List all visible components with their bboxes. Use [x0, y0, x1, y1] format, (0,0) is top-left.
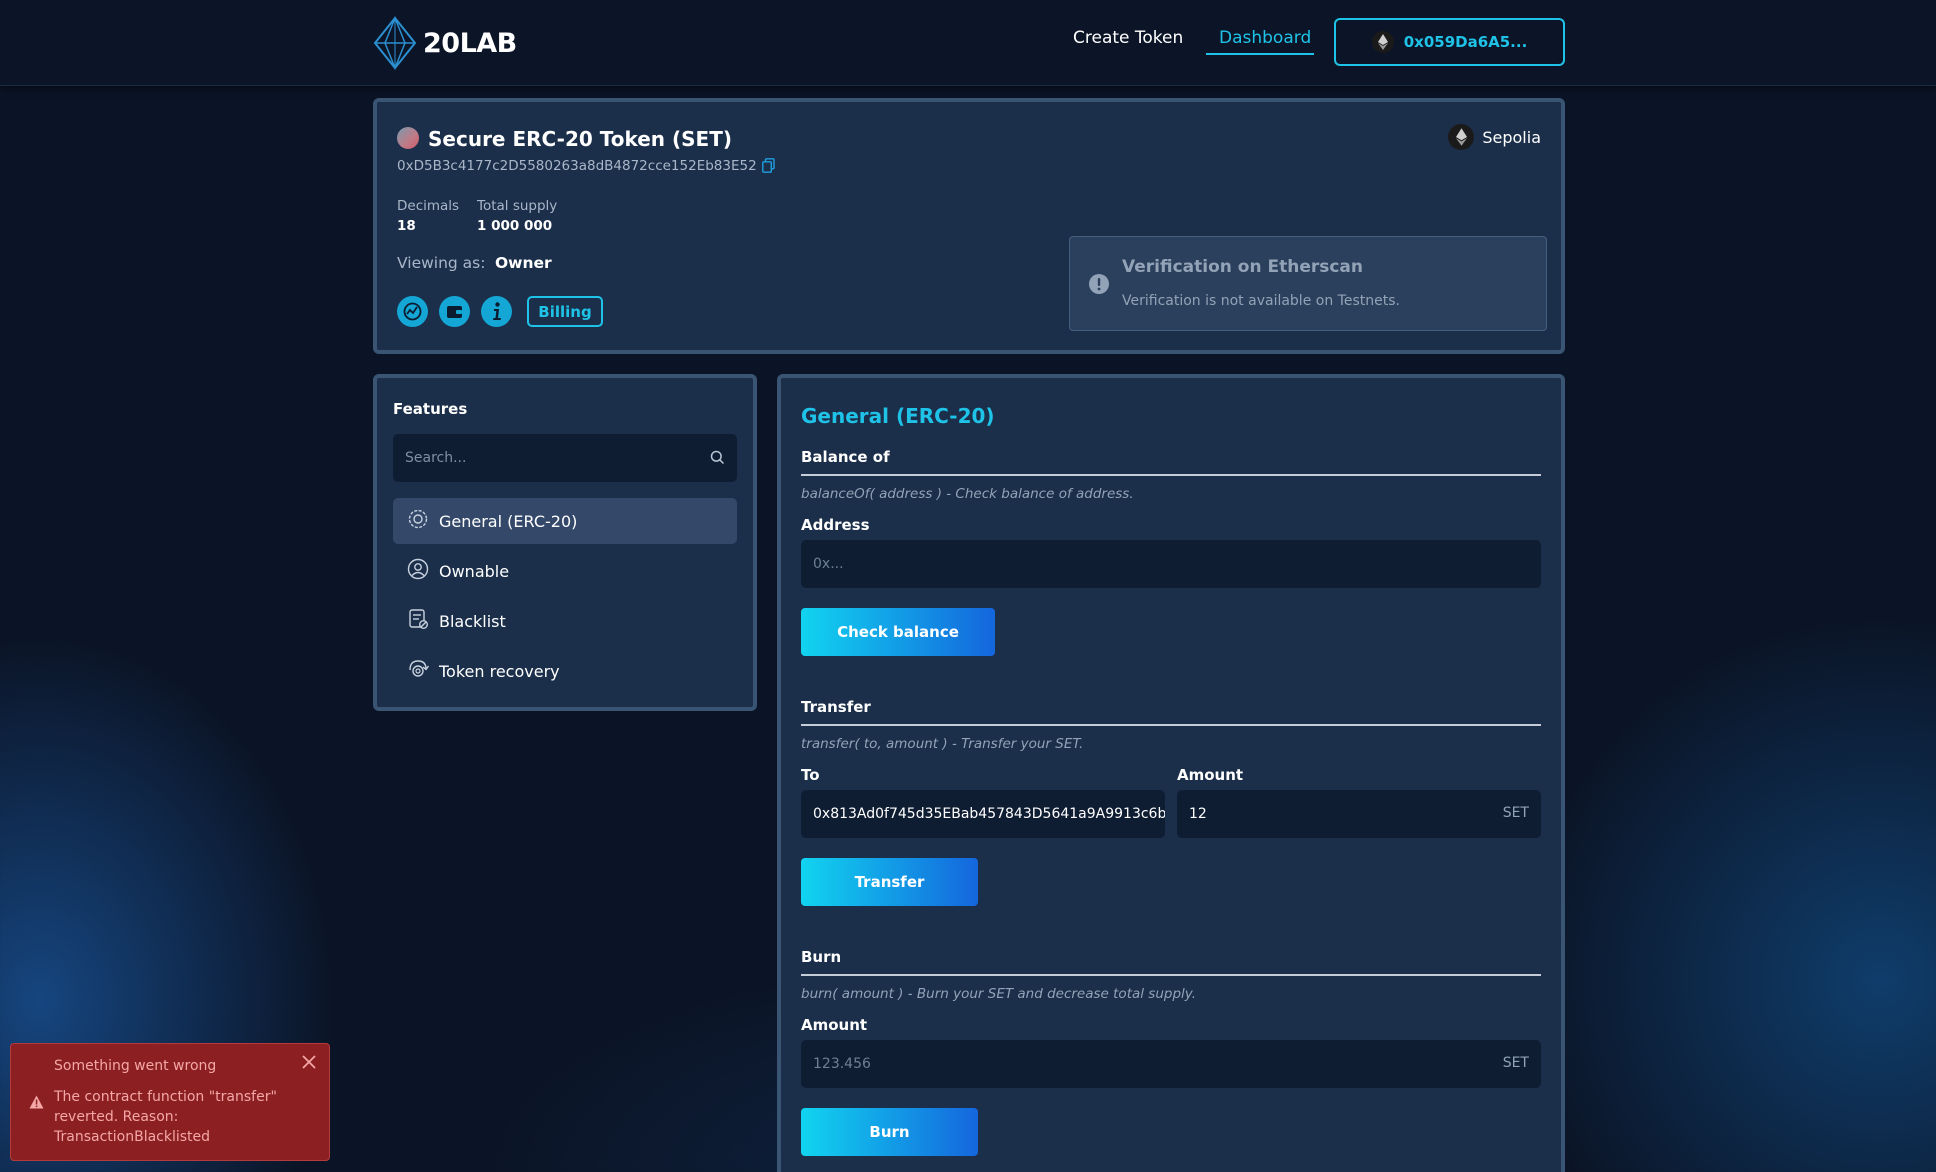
- nav-active-underline: [1206, 53, 1314, 55]
- close-icon[interactable]: [301, 1054, 317, 1074]
- address-field: [801, 540, 1541, 588]
- burn-section-desc: burn( amount ) - Burn your SET and decre…: [801, 986, 1197, 1002]
- wallet-icon[interactable]: [439, 296, 470, 327]
- burn-amount-input[interactable]: [801, 1040, 1481, 1088]
- toast-title: Something went wrong: [54, 1058, 217, 1074]
- error-toast: Something went wrong The contract functi…: [10, 1043, 330, 1161]
- top-navbar: 20LAB Create Token Dashboard 0x059Da6A5.…: [0, 0, 1936, 86]
- search-icon[interactable]: [710, 450, 725, 469]
- balance-section-title: Balance of: [801, 448, 890, 466]
- transfer-section-desc: transfer( to, amount ) - Transfer your S…: [801, 736, 1084, 752]
- toast-message: The contract function "transfer" reverte…: [54, 1089, 277, 1145]
- check-balance-button[interactable]: Check balance: [801, 608, 995, 656]
- logo[interactable]: 20LAB: [373, 16, 517, 70]
- section-divider: [801, 974, 1541, 976]
- transfer-amount-field: SET: [1177, 790, 1541, 838]
- logo-diamond-icon: [373, 16, 417, 70]
- network-name: Sepolia: [1482, 127, 1541, 147]
- to-label: To: [801, 766, 820, 784]
- decimals-label: Decimals: [397, 198, 460, 214]
- feature-item-label: General (ERC-20): [439, 511, 578, 531]
- panel-title: General (ERC-20): [801, 404, 995, 428]
- balance-section-desc: balanceOf( address ) - Check balance of …: [801, 486, 1134, 502]
- unit-label: SET: [1502, 805, 1529, 821]
- decimals-value: 18: [397, 218, 416, 234]
- section-divider: [801, 724, 1541, 726]
- feature-item-label: Ownable: [439, 561, 510, 581]
- search-box: [393, 434, 737, 482]
- burn-button[interactable]: Burn: [801, 1108, 978, 1156]
- general-erc20-panel: General (ERC-20) Balance of balanceOf( a…: [777, 374, 1565, 1172]
- nav-dashboard[interactable]: Dashboard: [1219, 28, 1311, 48]
- viewing-as-value: Owner: [495, 254, 552, 272]
- address-input[interactable]: [801, 540, 1541, 588]
- nav-create-token[interactable]: Create Token: [1073, 28, 1183, 48]
- burn-amount-field: SET: [801, 1040, 1541, 1088]
- feature-item-label: Token recovery: [439, 661, 560, 681]
- burn-amount-label: Amount: [801, 1016, 868, 1034]
- verification-panel: Verification on Etherscan Verification i…: [1069, 236, 1547, 331]
- recovery-icon: [407, 658, 430, 684]
- warning-triangle-icon: [29, 1094, 44, 1113]
- address-label: Address: [801, 516, 870, 534]
- logo-text: 20LAB: [423, 27, 517, 59]
- gear-chip-icon: [407, 508, 429, 534]
- feature-item-general[interactable]: General (ERC-20): [393, 498, 737, 544]
- features-title: Features: [393, 400, 468, 418]
- wallet-address: 0x059Da6A5...: [1403, 33, 1528, 51]
- features-panel: Features General (ERC-20) Ownable Blackl…: [373, 374, 757, 711]
- network-badge: Sepolia: [1448, 124, 1541, 150]
- transfer-button[interactable]: Transfer: [801, 858, 978, 906]
- verification-title: Verification on Etherscan: [1122, 257, 1363, 277]
- chart-icon[interactable]: [397, 296, 428, 327]
- verification-text: Verification is not available on Testnet…: [1122, 293, 1400, 309]
- to-address-input[interactable]: [801, 790, 1165, 838]
- feature-item-label: Blacklist: [439, 611, 506, 631]
- section-divider: [801, 474, 1541, 476]
- billing-button[interactable]: Billing: [527, 296, 603, 327]
- token-avatar: [397, 127, 419, 149]
- unit-label: SET: [1502, 1055, 1529, 1071]
- to-field: [801, 790, 1165, 838]
- burn-section-title: Burn: [801, 948, 842, 966]
- user-circle-icon: [407, 558, 429, 584]
- wallet-button[interactable]: 0x059Da6A5...: [1334, 18, 1565, 66]
- transfer-amount-input[interactable]: [1177, 790, 1487, 838]
- token-address: 0xD5B3c4177c2D5580263a8dB4872cce152Eb83E…: [397, 158, 757, 174]
- token-name: Secure ERC-20 Token (SET): [428, 127, 732, 151]
- total-supply-value: 1 000 000: [477, 218, 553, 234]
- alert-circle-icon: [1088, 273, 1110, 299]
- info-icon[interactable]: [481, 296, 512, 327]
- ethereum-icon: [1448, 124, 1475, 150]
- feature-item-token-recovery[interactable]: Token recovery: [393, 648, 737, 694]
- search-input[interactable]: [393, 434, 693, 482]
- transfer-section-title: Transfer: [801, 698, 871, 716]
- copy-icon[interactable]: [762, 158, 775, 177]
- transfer-amount-label: Amount: [1177, 766, 1244, 784]
- feature-item-ownable[interactable]: Ownable: [393, 548, 737, 594]
- feature-item-blacklist[interactable]: Blacklist: [393, 598, 737, 644]
- list-block-icon: [407, 608, 429, 634]
- ethereum-icon: [1371, 31, 1394, 53]
- total-supply-label: Total supply: [477, 198, 558, 214]
- viewing-as-label: Viewing as:: [397, 254, 486, 272]
- token-info-card: Secure ERC-20 Token (SET) 0xD5B3c4177c2D…: [373, 98, 1565, 354]
